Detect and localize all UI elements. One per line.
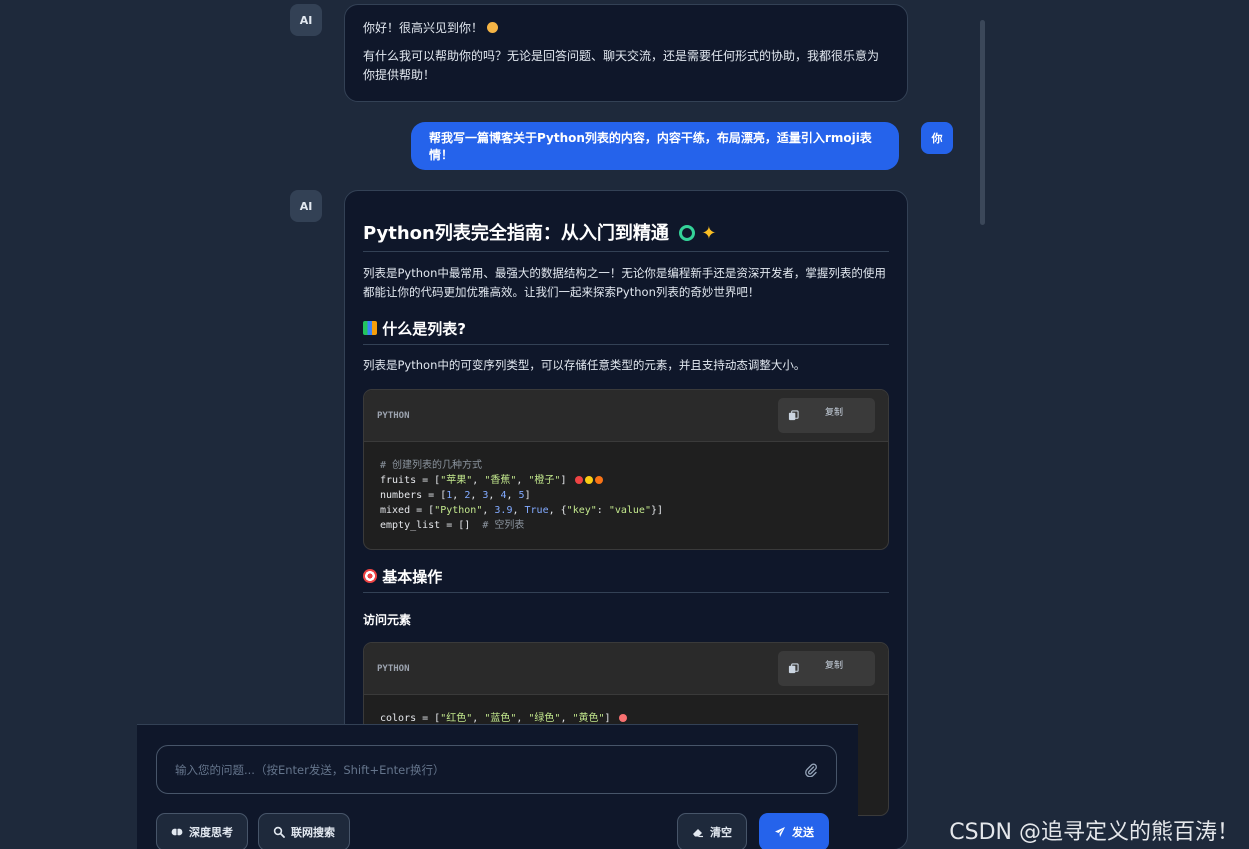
code-empty-list: empty_list = [] <box>380 520 471 531</box>
greeting-line1: 你好！很高兴见到你！ <box>363 21 484 35</box>
greeting-line2: 有什么我可以帮助你的吗？无论是回答问题、聊天交流，还是需要任何形式的协助，我都很… <box>363 49 880 82</box>
code-language: PYTHON <box>377 663 410 674</box>
fruit-emoji-icons <box>573 475 603 486</box>
web-search-label: 联网搜索 <box>291 826 335 839</box>
message-input[interactable] <box>175 762 804 777</box>
article-title-text: Python列表完全指南：从入门到精通 <box>363 223 669 244</box>
code-header: PYTHON 复制 <box>364 390 888 442</box>
ai-avatar: AI <box>290 190 322 222</box>
smile-emoji-icon <box>486 22 498 33</box>
code-fruits: fruits = [ <box>380 475 441 486</box>
deep-think-label: 深度思考 <box>189 826 233 839</box>
clear-button[interactable]: 清空 <box>677 813 747 849</box>
article-title: Python列表完全指南：从入门到精通 ✦ <box>363 219 889 252</box>
target-emoji-icon <box>363 569 377 583</box>
books-emoji-icon <box>363 321 377 335</box>
section-title-basic-ops: 基本操作 <box>363 566 889 593</box>
copy-button[interactable]: 复制 <box>778 651 875 686</box>
code-numbers: numbers = [ <box>380 490 447 501</box>
send-button[interactable]: 发送 <box>759 813 829 849</box>
copy-icon <box>788 410 799 421</box>
user-message: 帮我写一篇博客关于Python列表的内容，内容干练，布局漂亮，适量引入rmoji… <box>411 122 899 170</box>
article-intro: 列表是Python中最常用、最强大的数据结构之一！无论你是编程新手还是资深开发者… <box>363 266 886 299</box>
web-search-button[interactable]: 联网搜索 <box>258 813 350 849</box>
copy-label: 复制 <box>825 408 844 418</box>
send-label: 发送 <box>792 826 814 839</box>
code-colors: colors = [ <box>380 713 441 724</box>
copy-label: 复制 <box>825 661 844 671</box>
eraser-icon <box>693 829 703 838</box>
snake-emoji-icon <box>679 225 696 241</box>
subsection-access-elements: 访问元素 <box>363 613 412 627</box>
search-icon <box>273 826 285 838</box>
deep-think-button[interactable]: 深度思考 <box>156 813 248 849</box>
code-mixed: mixed = [ <box>380 505 435 516</box>
composer-panel: 深度思考 联网搜索 清空 发送 <box>137 724 858 849</box>
section-title-what-is-list: 什么是列表? <box>363 318 889 345</box>
section1-text: 列表是Python中的可变序列类型，可以存储任意类型的元素，并且支持动态调整大小… <box>363 358 806 372</box>
code-comment: # 创建列表的几种方式 <box>380 460 483 471</box>
ai-avatar: AI <box>290 4 322 36</box>
code-body: # 创建列表的几种方式 fruits = ["苹果", "香蕉", "橙子"] … <box>380 460 664 531</box>
clear-label: 清空 <box>710 826 732 839</box>
watermark: CSDN @追寻定义的熊百涛！ <box>949 820 1239 845</box>
copy-button[interactable]: 复制 <box>778 398 875 433</box>
code-language: PYTHON <box>377 410 410 421</box>
code-header: PYTHON 复制 <box>364 643 888 695</box>
scrollbar[interactable] <box>980 20 985 225</box>
paperclip-icon[interactable] <box>804 763 818 777</box>
copy-icon <box>788 663 799 674</box>
user-avatar: 你 <box>921 122 953 154</box>
palette-emoji-icon <box>617 713 627 724</box>
input-container <box>156 745 837 794</box>
ai-message-greeting: 你好！很高兴见到你！ 有什么我可以帮助你的吗？无论是回答问题、聊天交流，还是需要… <box>344 4 908 102</box>
brain-icon <box>171 828 183 836</box>
sparkles-icon: ✦ <box>701 223 717 244</box>
paper-plane-icon <box>775 827 785 837</box>
section1-title-text: 什么是列表? <box>382 320 466 338</box>
code-block-create-list: PYTHON 复制 # 创建列表的几种方式 fruits = ["苹果", "香… <box>363 389 889 550</box>
section2-title-text: 基本操作 <box>382 568 443 586</box>
